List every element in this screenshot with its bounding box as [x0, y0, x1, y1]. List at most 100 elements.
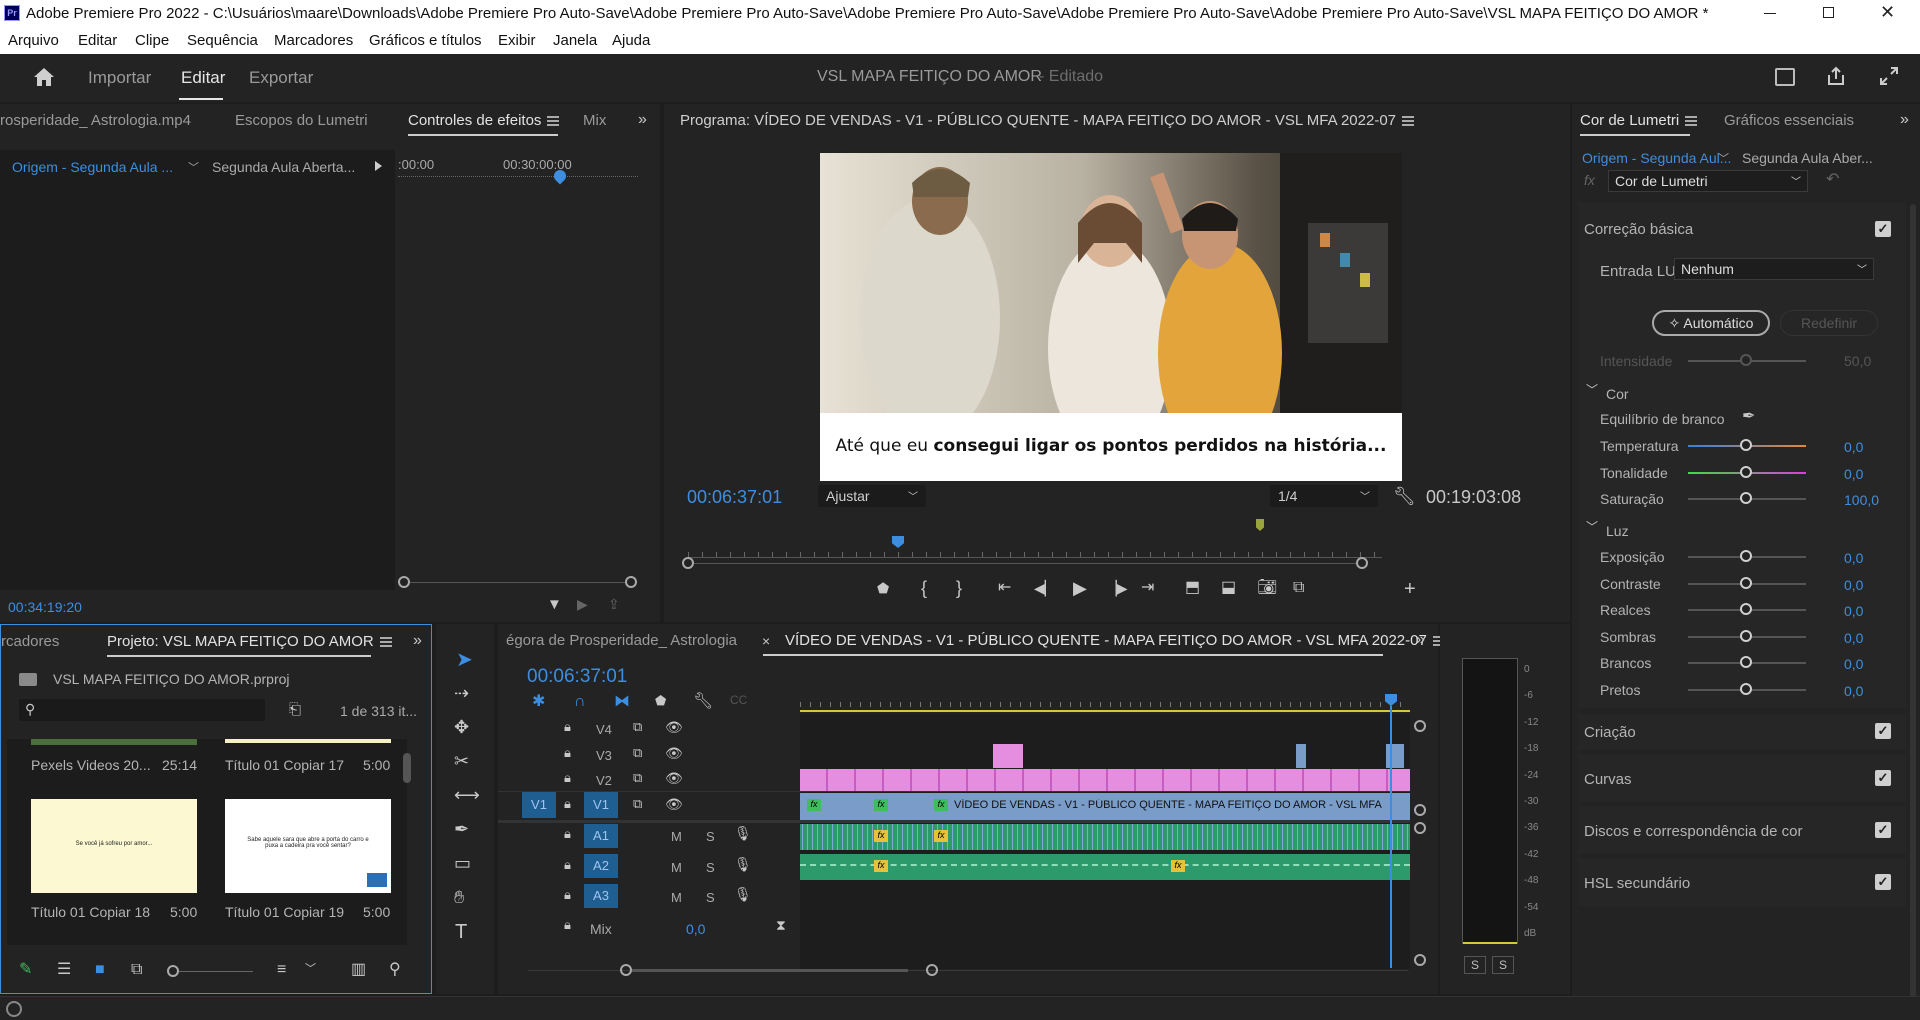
menu-ajuda[interactable]: Ajuda	[612, 32, 650, 49]
project-scrollbar[interactable]	[403, 753, 411, 783]
mark-in-icon[interactable]: {	[921, 579, 927, 597]
menu-sequencia[interactable]: Sequência	[187, 32, 258, 49]
creative-checkbox[interactable]: ✓	[1875, 723, 1891, 739]
tab-timeline-active[interactable]: VÍDEO DE VENDAS - V1 - PÚBLICO QUENTE - …	[785, 632, 1445, 649]
track-label-v1[interactable]: V1	[584, 792, 618, 818]
mute-button-a3[interactable]: M	[671, 890, 682, 905]
mute-button-a2[interactable]: M	[671, 860, 682, 875]
eye-icon[interactable]: 👁︎	[665, 720, 683, 734]
automate-icon[interactable]: ▥	[351, 962, 366, 978]
vertical-scroll-mid[interactable]	[1414, 804, 1426, 816]
add-button-icon[interactable]: +	[1404, 579, 1416, 599]
close-icon[interactable]: ✕	[1880, 2, 1895, 23]
ripple-edit-icon[interactable]: ✥	[454, 718, 469, 736]
snap-icon[interactable]: ∩	[574, 694, 586, 710]
hsl-checkbox[interactable]: ✓	[1875, 874, 1891, 890]
go-to-in-icon[interactable]: ⇤	[998, 580, 1011, 596]
slip-icon[interactable]: ⟷	[454, 786, 480, 804]
selection-tool-icon[interactable]: ➤	[456, 650, 473, 670]
find-icon[interactable]: ⚲	[389, 962, 401, 978]
sync-lock-icon[interactable]: ⧉	[633, 746, 642, 759]
lumetri-scrollbar[interactable]	[1910, 204, 1916, 1004]
color-wheels-title[interactable]: Discos e correspondência de cor	[1584, 823, 1802, 840]
sync-lock-icon[interactable]: ⧉	[633, 720, 642, 733]
tab-markers[interactable]: rcadores	[1, 633, 59, 650]
more-panels-icon[interactable]: »	[638, 112, 647, 128]
vertical-scroll-bottom[interactable]	[1414, 954, 1426, 966]
share-icon[interactable]	[1826, 66, 1846, 86]
lock-icon[interactable]: 🔒︎	[564, 797, 571, 810]
lock-icon[interactable]: 🔒︎	[564, 771, 571, 784]
zoom-slider[interactable]	[179, 971, 253, 972]
menu-clipe[interactable]: Clipe	[135, 32, 169, 49]
cc-libraries-icon[interactable]	[6, 1001, 22, 1017]
chevron-down-icon[interactable]: ﹀	[305, 964, 316, 975]
v2-title-clips[interactable]	[800, 769, 1410, 791]
effect-scroll-left-knob[interactable]	[398, 576, 410, 588]
program-timecode[interactable]: 00:06:37:01	[687, 487, 782, 508]
lift-icon[interactable]: ⬒	[1185, 580, 1200, 596]
freeform-view-icon[interactable]: ⧉	[131, 962, 142, 978]
microphone-icon[interactable]: 🎙︎	[734, 887, 752, 901]
tab-exportar[interactable]: Exportar	[249, 68, 313, 88]
eye-icon[interactable]: 👁︎	[665, 746, 683, 760]
nest-icon[interactable]: ✱	[532, 694, 545, 710]
lut-dropdown[interactable]: Nenhum ﹀	[1674, 258, 1874, 280]
whites-value[interactable]: 0,0	[1844, 656, 1863, 672]
track-label-a3[interactable]: A3	[584, 884, 618, 908]
microphone-icon[interactable]: 🎙︎	[734, 826, 752, 840]
panel-menu-icon[interactable]	[547, 116, 560, 127]
source-patch-v1[interactable]: V1	[522, 792, 556, 818]
eyedropper-icon[interactable]: ✒	[1742, 409, 1755, 425]
horizontal-scroll-right[interactable]	[926, 964, 938, 976]
sort-icon[interactable]: ≡	[277, 962, 286, 978]
chevron-down-icon[interactable]: ﹀	[1718, 150, 1729, 166]
captions-icon[interactable]: CC	[730, 694, 747, 706]
list-view-icon[interactable]: ☰	[57, 962, 71, 978]
tab-timeline-other[interactable]: égora de Prosperidade_ Astrologia	[506, 632, 737, 649]
solo-right-button[interactable]: S	[1492, 956, 1514, 974]
vertical-scroll-mid2[interactable]	[1414, 822, 1426, 834]
new-bin-icon[interactable]: ⎗	[289, 702, 301, 717]
menu-graficos[interactable]: Gráficos e títulos	[369, 32, 482, 49]
effect-scroll-right-knob[interactable]	[625, 576, 637, 588]
blacks-knob[interactable]	[1740, 683, 1752, 695]
clip-v3[interactable]	[993, 744, 1023, 768]
lock-icon[interactable]: 🔒︎	[564, 918, 571, 931]
menu-editar[interactable]: Editar	[78, 32, 117, 49]
basic-correction-checkbox[interactable]: ✓	[1875, 221, 1891, 237]
effect-timecode[interactable]: 00:34:19:20	[8, 599, 82, 615]
highlights-knob[interactable]	[1740, 603, 1752, 615]
add-marker-icon[interactable]: ⬟	[877, 581, 889, 595]
rectangle-tool-icon[interactable]: ▭	[454, 854, 471, 872]
menu-janela[interactable]: Janela	[553, 32, 597, 49]
menu-arquivo[interactable]: Arquivo	[8, 32, 59, 49]
clip-a1-waveform[interactable]	[800, 824, 1410, 850]
zoom-slider-knob[interactable]	[167, 965, 179, 977]
lumetri-menu-icon[interactable]	[1685, 116, 1698, 127]
linked-selection-icon[interactable]: ⧓	[614, 694, 630, 710]
pen-tool-icon[interactable]: ✒	[454, 820, 469, 838]
more-panels-icon[interactable]: »	[1416, 632, 1425, 648]
saturation-knob[interactable]	[1740, 492, 1752, 504]
temperature-value[interactable]: 0,0	[1844, 439, 1863, 455]
tint-value[interactable]: 0,0	[1844, 466, 1863, 482]
step-forward-icon[interactable]: ▕▶	[1106, 581, 1128, 595]
clip-a2-music[interactable]	[800, 854, 1410, 880]
fit-dropdown[interactable]: Ajustar ﹀	[818, 485, 926, 507]
timeline-ruler[interactable]	[800, 694, 1410, 708]
lumetri-origin[interactable]: Origem - Segunda Aul...	[1582, 150, 1731, 166]
chevron-down-icon[interactable]: ﹀	[1586, 384, 1598, 396]
chevron-down-icon[interactable]: ﹀	[188, 159, 199, 175]
wrench-icon[interactable]: 🔧︎	[1393, 487, 1416, 505]
lock-icon[interactable]: 🔒︎	[564, 720, 571, 733]
tint-knob[interactable]	[1740, 466, 1752, 478]
lock-icon[interactable]: 🔒︎	[564, 858, 571, 871]
shadows-value[interactable]: 0,0	[1844, 630, 1863, 646]
minimize-icon[interactable]	[1764, 13, 1776, 14]
close-tab-icon[interactable]: ×	[762, 634, 770, 648]
more-panels-icon[interactable]: »	[1900, 112, 1909, 128]
color-wheels-checkbox[interactable]: ✓	[1875, 822, 1891, 838]
program-scroll-right[interactable]	[1356, 557, 1368, 569]
play-icon[interactable]: ▶	[1073, 579, 1087, 597]
